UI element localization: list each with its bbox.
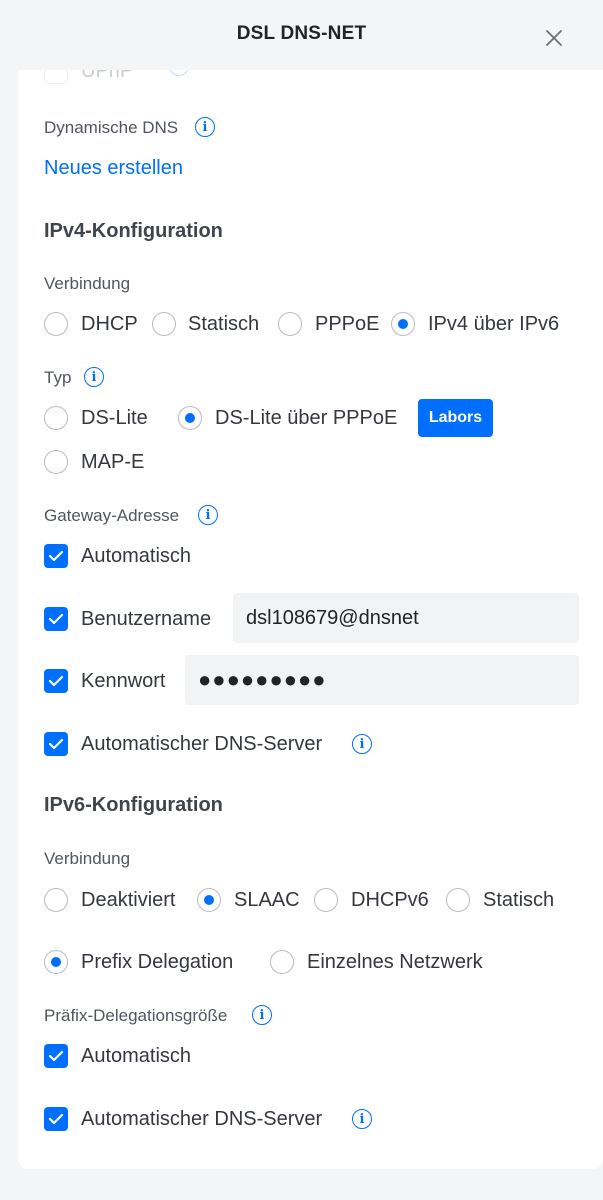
close-icon[interactable] <box>541 25 567 51</box>
password-checkbox[interactable] <box>44 669 68 693</box>
type-radio-ds-lite-pppoe[interactable] <box>178 406 202 430</box>
ipv4-radio-pppoe[interactable] <box>278 312 302 336</box>
ipv4-option-pppoe: PPPoE <box>315 313 380 335</box>
prefix-size-label: Präfix-Delegationsgröße <box>44 1006 228 1025</box>
ipv6-radio-dhcpv6[interactable] <box>314 888 338 912</box>
checkmark-icon <box>48 1050 64 1062</box>
type-option-ds-lite: DS-Lite <box>81 407 148 429</box>
checkmark-icon <box>48 613 64 625</box>
info-icon[interactable]: i <box>252 1005 272 1025</box>
info-icon[interactable]: i <box>169 70 189 76</box>
ipv4-connection-label: Verbindung <box>44 274 131 293</box>
ipv6-radio-prefix-delegation[interactable] <box>44 950 68 974</box>
ipv4-option-ipv4-over-ipv6: IPv4 über IPv6 <box>428 313 560 335</box>
ipv6-option-prefix-delegation: Prefix Delegation <box>81 951 234 973</box>
ipv4-radio-ipv4-over-ipv6[interactable] <box>391 312 415 336</box>
ipv6-radio-disabled[interactable] <box>44 888 68 912</box>
gateway-auto-checkbox[interactable] <box>44 544 68 568</box>
dialog-header: DSL DNS-NET <box>0 0 603 70</box>
ipv4-option-dhcp: DHCP <box>81 313 138 335</box>
upnp-label: UPnP <box>81 70 134 82</box>
prefix-auto-checkbox[interactable] <box>44 1044 68 1068</box>
ipv4-auto-dns-label: Automatischer DNS-Server <box>81 733 323 755</box>
checkmark-icon <box>48 738 64 750</box>
ipv4-auto-dns-checkbox[interactable] <box>44 732 68 756</box>
info-icon[interactable]: i <box>198 505 218 525</box>
gateway-auto-label: Automatisch <box>81 545 192 567</box>
password-input[interactable]: ●●●●●●●●● <box>185 655 579 705</box>
checkmark-icon <box>48 550 64 562</box>
upnp-checkbox[interactable] <box>44 70 68 84</box>
prefix-auto-label: Automatisch <box>81 1045 192 1067</box>
gateway-label: Gateway-Adresse <box>44 506 180 525</box>
ipv6-radio-single-network[interactable] <box>270 950 294 974</box>
ipv6-option-disabled: Deaktiviert <box>81 889 176 911</box>
type-option-ds-lite-pppoe: DS-Lite über PPPoE <box>215 407 398 429</box>
info-icon[interactable]: i <box>352 1109 372 1129</box>
upnp-row: UPnP i <box>44 70 244 84</box>
ipv6-option-dhcpv6: DHCPv6 <box>351 889 429 911</box>
ipv6-auto-dns-checkbox[interactable] <box>44 1107 68 1131</box>
checkmark-icon <box>48 1113 64 1125</box>
info-icon[interactable]: i <box>195 117 215 137</box>
type-radio-ds-lite[interactable] <box>44 406 68 430</box>
ipv4-section-title: IPv4-Konfiguration <box>44 220 223 242</box>
info-icon[interactable]: i <box>84 367 104 387</box>
ipv4-option-static: Statisch <box>188 313 260 335</box>
labs-badge: Labors <box>418 399 493 437</box>
ipv6-auto-dns-label: Automatischer DNS-Server <box>81 1108 323 1130</box>
dynamic-dns-label: Dynamische DNS <box>44 118 179 137</box>
checkmark-icon <box>48 675 64 687</box>
type-option-map-e: MAP-E <box>81 451 145 473</box>
ipv4-radio-dhcp[interactable] <box>44 312 68 336</box>
username-input[interactable]: dsl108679@dnsnet <box>233 593 579 643</box>
ipv6-radio-slaac[interactable] <box>197 888 221 912</box>
ipv6-option-slaac: SLAAC <box>234 889 300 911</box>
dialog-title: DSL DNS-NET <box>236 23 367 44</box>
ipv6-option-single-network: Einzelnes Netzwerk <box>307 951 483 973</box>
settings-panel: UPnP i Dynamische DNS i Neues erstellen … <box>18 70 603 1169</box>
info-icon[interactable]: i <box>352 734 372 754</box>
username-label: Benutzername <box>81 608 212 630</box>
create-dynamic-dns-link[interactable]: Neues erstellen <box>44 157 183 180</box>
ipv6-radio-static[interactable] <box>446 888 470 912</box>
ipv4-type-label: Typ <box>44 368 72 387</box>
ipv6-section-title: IPv6-Konfiguration <box>44 794 223 816</box>
password-label: Kennwort <box>81 670 166 692</box>
username-checkbox[interactable] <box>44 607 68 631</box>
ipv6-connection-label: Verbindung <box>44 849 131 868</box>
ipv6-option-static: Statisch <box>483 889 555 911</box>
type-radio-map-e[interactable] <box>44 450 68 474</box>
ipv4-radio-static[interactable] <box>152 312 176 336</box>
